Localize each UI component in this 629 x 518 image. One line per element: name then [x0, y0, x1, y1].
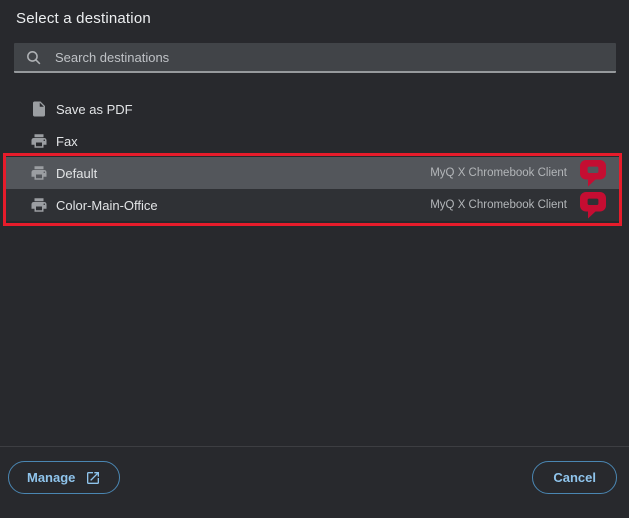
destination-name: Fax [56, 134, 78, 149]
open-in-new-icon [85, 470, 101, 486]
search-box[interactable] [14, 43, 616, 73]
pdf-document-icon [30, 100, 48, 118]
destination-row-fax[interactable]: Fax [0, 125, 629, 157]
destination-list: Save as PDF Fax Default MyQ X Chromebook… [0, 93, 629, 221]
dialog-title: Select a destination [16, 10, 151, 27]
printer-icon [30, 196, 48, 214]
myq-logo-icon [579, 191, 607, 219]
manage-button[interactable]: Manage [8, 461, 120, 494]
search-input[interactable] [55, 50, 595, 65]
dialog-footer: Manage Cancel [0, 446, 629, 518]
destination-row-save-as-pdf[interactable]: Save as PDF [0, 93, 629, 125]
printer-icon [30, 164, 48, 182]
cancel-button-label: Cancel [553, 470, 596, 485]
print-destination-dialog: Select a destination Save as PDF Fax [0, 0, 629, 518]
destination-name: Save as PDF [56, 102, 133, 117]
manage-button-label: Manage [27, 470, 75, 485]
annotated-destination-group: Default MyQ X Chromebook Client Color-Ma… [0, 157, 629, 221]
printer-icon [30, 132, 48, 150]
destination-row-default[interactable]: Default MyQ X Chromebook Client [6, 157, 621, 189]
destination-provider: MyQ X Chromebook Client [430, 199, 567, 211]
cancel-button[interactable]: Cancel [532, 461, 617, 494]
myq-logo-icon [579, 159, 607, 187]
destination-row-color-main-office[interactable]: Color-Main-Office MyQ X Chromebook Clien… [6, 189, 621, 221]
search-icon [25, 49, 42, 66]
destination-provider: MyQ X Chromebook Client [430, 167, 567, 179]
destination-name: Color-Main-Office [56, 198, 158, 213]
destination-name: Default [56, 166, 97, 181]
